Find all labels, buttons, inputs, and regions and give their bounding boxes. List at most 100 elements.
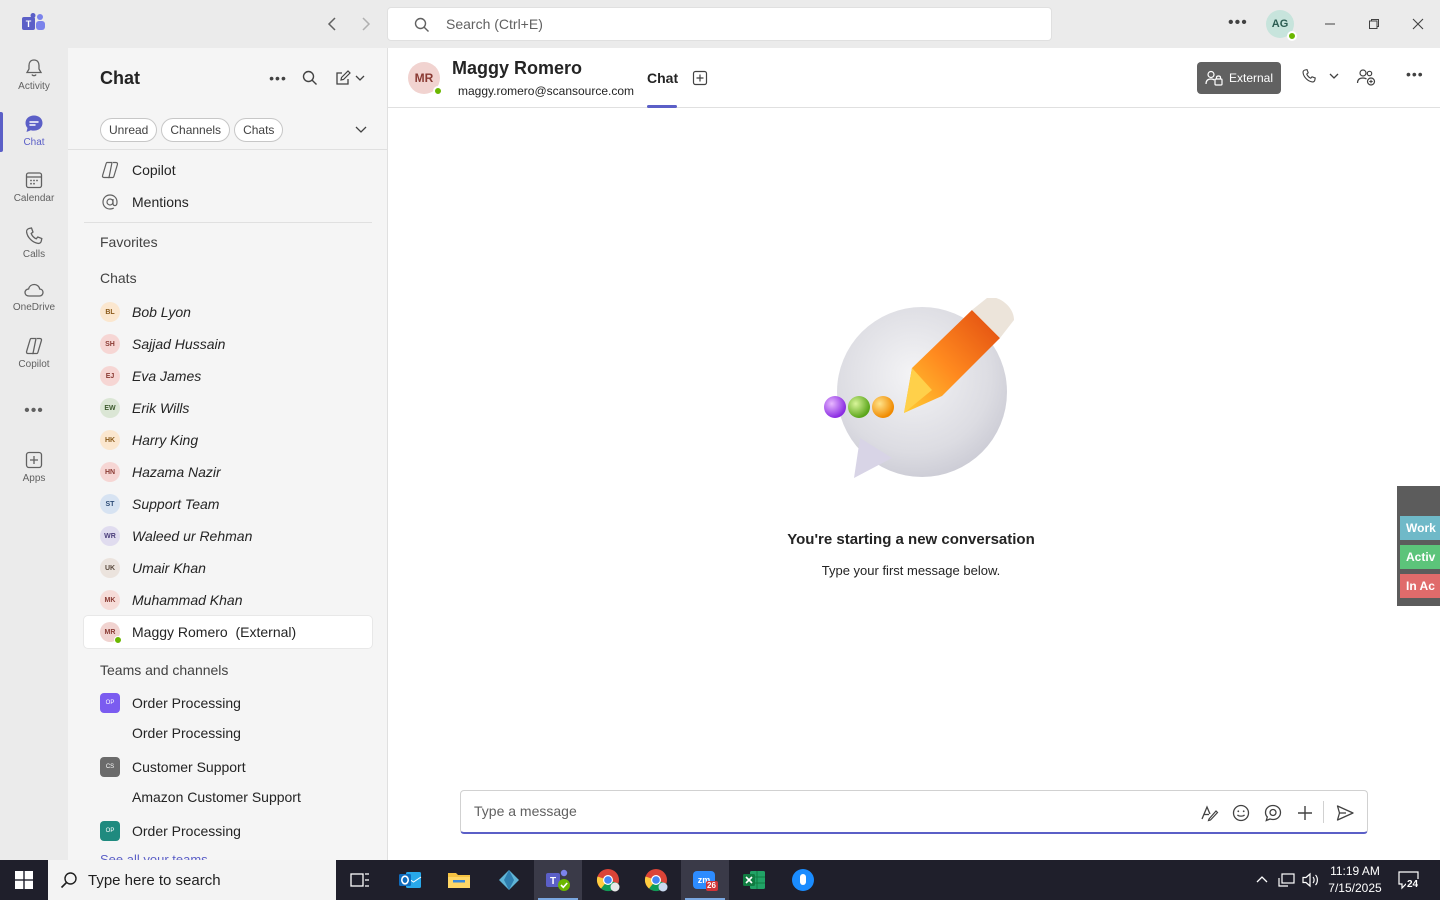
channel-amazon-customer-support[interactable]: Amazon Customer Support [132,789,301,805]
rail-item-activity[interactable]: Activity [0,48,68,102]
back-arrow-icon[interactable] [322,14,342,34]
chat-icon [25,115,43,132]
network-icon[interactable] [1278,872,1296,888]
nav-copilot[interactable]: Copilot [100,156,176,184]
nav-mentions[interactable]: Mentions [100,188,189,216]
team-name: Order Processing [132,823,241,839]
chat-more-options-icon[interactable]: ••• [268,68,288,88]
taskbar-search-input[interactable]: Type here to search [48,860,336,900]
chat-list-item[interactable]: SH Sajjad Hussain [84,328,372,360]
chat-avatar: HN [100,462,120,482]
plus-icon[interactable] [1295,803,1315,823]
outlook-icon[interactable] [386,860,434,900]
chat-list-item[interactable]: MR Maggy Romero (External) [84,616,372,648]
chat-list-item[interactable]: MK Muhammad Khan [84,584,372,616]
team-initials: CS [105,764,115,770]
team-name: Customer Support [132,759,246,775]
chat-contact-name: Bob Lyon [132,304,191,320]
external-people-icon [1205,70,1223,86]
filter-expand-chevron-icon[interactable] [354,122,368,136]
chat-list-item[interactable]: UK Umair Khan [84,552,372,584]
teams-logo-icon[interactable]: T [22,13,46,35]
chat-list-item[interactable]: HN Hazama Nazir [84,456,372,488]
filter-unread[interactable]: Unread [100,118,158,142]
windows-start-icon[interactable] [0,860,48,900]
chat-avatar: UK [100,558,120,578]
chat-contact-name: Eva James [132,368,202,384]
send-icon[interactable] [1335,803,1355,823]
message-composer[interactable]: Type a message [460,790,1368,834]
tab-chat[interactable]: Chat [647,70,678,86]
chevron-up-icon[interactable] [1255,874,1269,884]
add-people-icon[interactable] [1356,68,1376,86]
chat-contact-name: Maggy Romero (External) [132,624,297,640]
chat-list-item[interactable]: HK Harry King [84,424,372,456]
svg-text:T: T [26,19,32,29]
presence-available-icon [114,636,122,644]
message-input[interactable]: Type a message [474,803,577,819]
chat-list-item[interactable]: EW Erik Wills [84,392,372,424]
forward-arrow-icon[interactable] [356,14,376,34]
external-badge-button[interactable]: External [1197,62,1281,94]
global-search-input[interactable]: Search (Ctrl+E) [387,7,1052,41]
chat-list-pane: Chat ••• Unread Channels Chats Copilot M… [68,48,388,860]
see-all-teams-link[interactable]: See all your teams [100,852,208,860]
team-name: Order Processing [132,695,241,711]
minimize-icon[interactable] [1316,10,1344,38]
filter-chats[interactable]: Chats [234,118,284,142]
favorites-section-label[interactable]: Favorites [100,234,158,250]
zoom-icon[interactable]: zm 26 [681,860,729,900]
chat-list-item[interactable]: BL Bob Lyon [84,296,372,328]
chat-avatar-initials: MR [104,628,116,636]
rail-item-calls[interactable]: Calls [0,216,68,270]
chat-avatar-initials: BL [105,308,115,316]
task-view-icon[interactable] [336,860,384,900]
taskbar-clock[interactable]: 11:19 AM 7/15/2025 [1318,863,1392,897]
chat-list-item[interactable]: WR Waleed ur Rehman [84,520,372,552]
more-options-icon[interactable]: ••• [1228,14,1248,32]
channel-order-processing[interactable]: Order Processing [132,725,241,741]
team-order-processing-2[interactable]: OP Order Processing [100,817,241,845]
chat-avatar: SH [100,334,120,354]
more-apps-icon[interactable]: ••• [0,384,68,438]
loop-component-icon[interactable] [1263,803,1283,823]
filter-channels[interactable]: Channels [161,118,231,142]
team-order-processing[interactable]: OP Order Processing [100,689,241,717]
chat-list-item[interactable]: EJ Eva James [84,360,372,392]
conversation-more-options-icon[interactable]: ••• [1406,66,1424,82]
team-customer-support[interactable]: CS Customer Support [100,753,246,781]
chat-contact-name: Support Team [132,496,220,512]
rail-item-calendar[interactable]: Calendar [0,160,68,214]
rail-item-apps[interactable]: Apps [0,440,68,494]
app-blue-icon[interactable] [779,860,827,900]
restore-icon[interactable] [1360,10,1388,38]
user-avatar[interactable]: AG [1266,10,1297,41]
rail-item-chat[interactable]: Chat [0,104,68,158]
contact-avatar[interactable]: MR [408,62,443,96]
emoji-icon[interactable] [1231,803,1251,823]
side-tab-inactive[interactable]: In Ac [1400,574,1440,598]
call-button[interactable] [1301,68,1339,84]
side-tab-active[interactable]: Activ [1400,545,1440,569]
notification-count-badge: 24 [1406,879,1420,890]
chats-section-label[interactable]: Chats [100,270,137,286]
app-diamond-icon[interactable] [485,860,533,900]
excel-icon[interactable] [730,860,778,900]
chrome-icon[interactable] [584,860,632,900]
notification-center-icon[interactable]: 24 [1398,870,1420,895]
chat-search-icon[interactable] [300,68,320,88]
side-tab-work[interactable]: Work [1400,516,1440,540]
rail-item-onedrive[interactable]: OneDrive [0,270,68,324]
chrome-profile-icon[interactable] [632,860,680,900]
new-chat-icon[interactable] [332,68,368,88]
chevron-down-icon [1329,73,1339,79]
teams-taskbar-icon[interactable]: T [534,860,582,900]
file-explorer-icon[interactable] [435,860,483,900]
add-tab-icon[interactable] [692,70,708,86]
format-text-icon[interactable] [1199,803,1219,823]
rail-item-copilot[interactable]: Copilot [0,326,68,380]
close-icon[interactable] [1404,10,1432,38]
chat-avatar-initials: HN [104,468,116,476]
chat-list-item[interactable]: ST Support Team [84,488,372,520]
teams-section-label[interactable]: Teams and channels [100,662,228,678]
